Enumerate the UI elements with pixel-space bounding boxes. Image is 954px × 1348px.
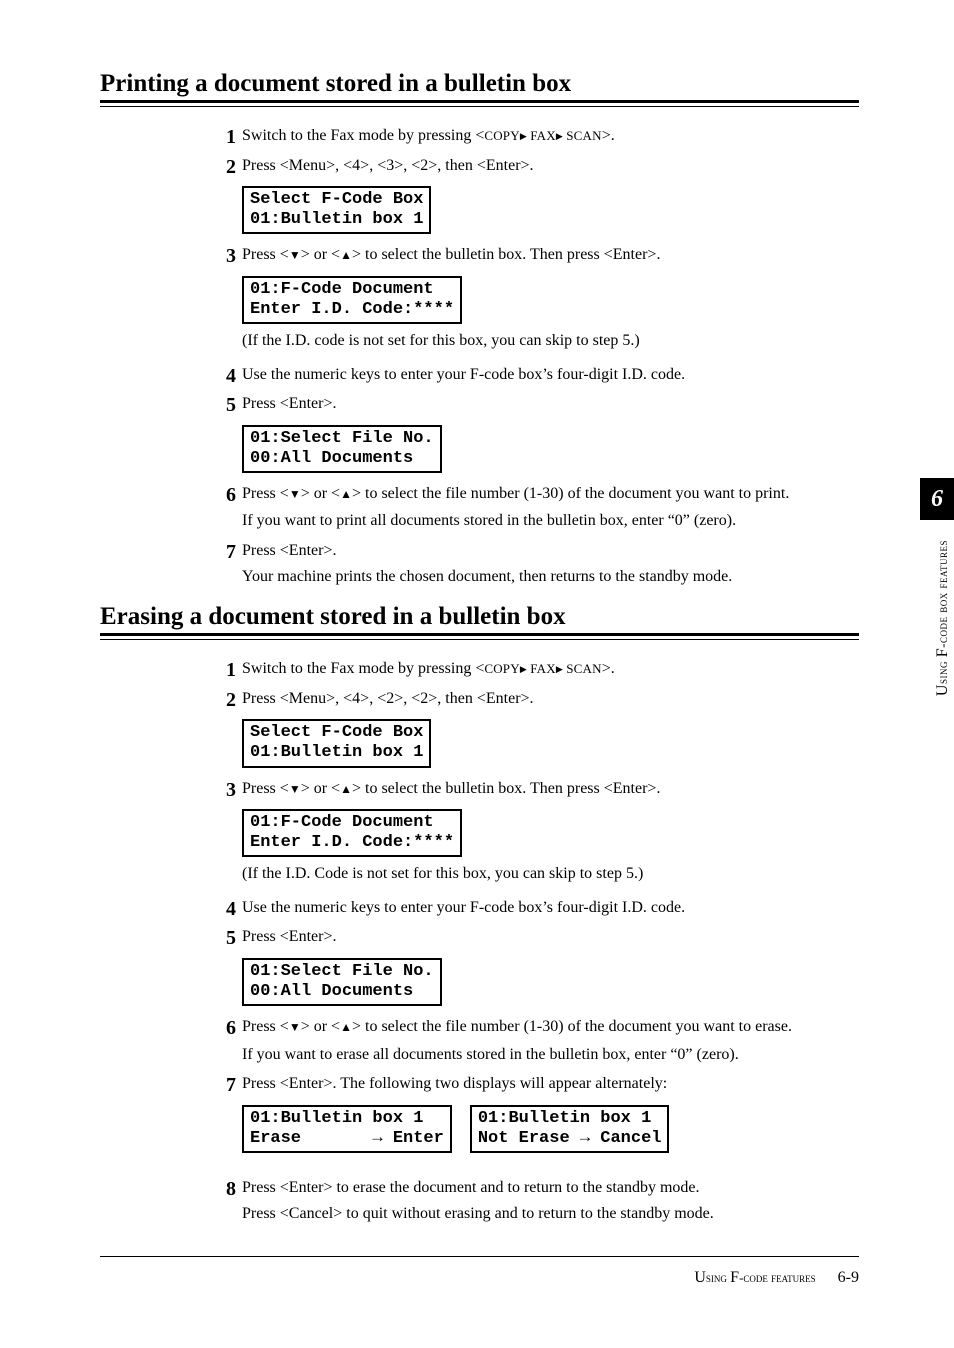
lcd-display: Select F-Code Box 01:Bulletin box 1	[242, 719, 431, 767]
step-body: Use the numeric keys to enter your F-cod…	[242, 897, 685, 923]
step-body: Press <> or <> to select the file number…	[242, 1016, 792, 1069]
step: 6Press <> or <> to select the file numbe…	[210, 1016, 859, 1069]
step-number: 8	[210, 1177, 242, 1202]
step-body: Press <Menu>, <4>, <2>, <2>, then <Enter…	[242, 688, 534, 714]
page-body: Printing a document stored in a bulletin…	[0, 0, 954, 1327]
lcd-display: 01:F-Code Document Enter I.D. Code:****	[242, 809, 462, 857]
lcd-display: Select F-Code Box 01:Bulletin box 1	[242, 186, 431, 234]
page-footer: Using F-code features 6-9	[100, 1269, 859, 1287]
step-number: 4	[210, 364, 242, 389]
step-body: Press <Enter>.Your machine prints the ch…	[242, 540, 732, 591]
section-title-erasing: Erasing a document stored in a bulletin …	[100, 603, 859, 631]
step: 3Press <> or <> to select the bulletin b…	[210, 244, 859, 270]
step: 1Switch to the Fax mode by pressing <COP…	[210, 658, 859, 684]
step: 2Press <Menu>, <4>, <3>, <2>, then <Ente…	[210, 155, 859, 181]
step-number: 2	[210, 688, 242, 713]
step-body: Switch to the Fax mode by pressing <COPY…	[242, 125, 615, 151]
section-title-printing: Printing a document stored in a bulletin…	[100, 70, 859, 98]
step-number: 7	[210, 1073, 242, 1098]
up-arrow-icon	[340, 1018, 352, 1035]
step: 4Use the numeric keys to enter your F-co…	[210, 897, 859, 923]
footer-rule	[100, 1256, 859, 1257]
down-arrow-icon	[289, 780, 301, 797]
step: 7Press <Enter>. The following two displa…	[210, 1073, 859, 1099]
step-body: Press <Enter>.	[242, 926, 336, 952]
step-body: Press <> or <> to select the bulletin bo…	[242, 778, 660, 804]
step-number: 6	[210, 483, 242, 508]
step: 7Press <Enter>.Your machine prints the c…	[210, 540, 859, 591]
step-number: 6	[210, 1016, 242, 1041]
step-number: 5	[210, 926, 242, 951]
lcd-display: 01:Bulletin box 1 Not Erase → Cancel	[470, 1105, 670, 1153]
step: 6Press <> or <> to select the file numbe…	[210, 483, 859, 536]
up-arrow-icon	[340, 780, 352, 797]
step: 5Press <Enter>.	[210, 926, 859, 952]
lcd-display: 01:Select File No. 00:All Documents	[242, 425, 442, 473]
down-arrow-icon	[289, 246, 301, 263]
step-body: Switch to the Fax mode by pressing <COPY…	[242, 658, 615, 684]
step-number: 1	[210, 658, 242, 683]
step-body: Press <> or <> to select the bulletin bo…	[242, 244, 660, 270]
step-number: 1	[210, 125, 242, 150]
step: 8Press <Enter> to erase the document and…	[210, 1177, 859, 1228]
step: 2Press <Menu>, <4>, <2>, <2>, then <Ente…	[210, 688, 859, 714]
step: 5Press <Enter>.	[210, 393, 859, 419]
step-body: Press <Enter> to erase the document and …	[242, 1177, 714, 1228]
step-number: 7	[210, 540, 242, 565]
up-arrow-icon	[340, 246, 352, 263]
lcd-display: 01:Select File No. 00:All Documents	[242, 958, 442, 1006]
step-body: Press <Menu>, <4>, <3>, <2>, then <Enter…	[242, 155, 534, 181]
step: 1Switch to the Fax mode by pressing <COP…	[210, 125, 859, 151]
step-body: Press <Enter>.	[242, 393, 336, 419]
step-body: Press <> or <> to select the file number…	[242, 483, 789, 536]
step-number: 3	[210, 778, 242, 803]
up-arrow-icon	[340, 485, 352, 502]
step-number: 4	[210, 897, 242, 922]
step-note: (If the I.D. Code is not set for this bo…	[242, 863, 643, 889]
step-body: Use the numeric keys to enter your F-cod…	[242, 364, 685, 390]
step-number: 5	[210, 393, 242, 418]
step-body: Press <Enter>. The following two display…	[242, 1073, 667, 1099]
down-arrow-icon	[289, 1018, 301, 1035]
lcd-display: 01:F-Code Document Enter I.D. Code:****	[242, 276, 462, 324]
down-arrow-icon	[289, 485, 301, 502]
section-rule	[100, 633, 859, 640]
section-rule	[100, 100, 859, 107]
step-number: 3	[210, 244, 242, 269]
step: 3Press <> or <> to select the bulletin b…	[210, 778, 859, 804]
lcd-display: 01:Bulletin box 1 Erase → Enter	[242, 1105, 452, 1153]
step-number: 2	[210, 155, 242, 180]
page-number: 6-9	[838, 1269, 859, 1286]
step-note: (If the I.D. code is not set for this bo…	[242, 330, 640, 356]
step: 4Use the numeric keys to enter your F-co…	[210, 364, 859, 390]
